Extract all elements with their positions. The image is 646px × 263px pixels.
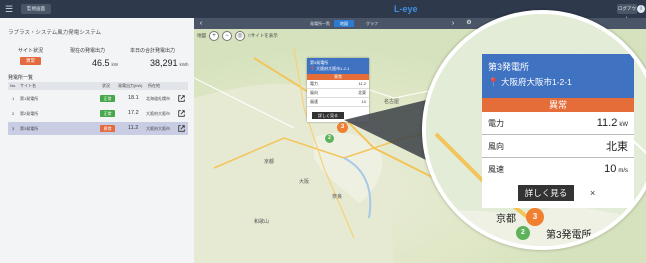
map-toolbar: 地図 + − ◎ □サイトを表示: [197, 30, 278, 41]
row-status-badge: 正常: [100, 95, 115, 102]
row-no: 1: [12, 96, 15, 101]
zoom-details-button[interactable]: 詳しく見る: [518, 185, 574, 201]
row-output: 17.2: [128, 110, 139, 116]
site-status-label: サイト状況: [18, 48, 44, 54]
station-list-title: 発電所一覧: [8, 75, 34, 81]
row-output: 18.1: [128, 95, 139, 101]
col-location: 所在地: [148, 83, 160, 88]
zoom-row-unit: kW: [619, 122, 628, 128]
row-name: 第3発電所: [20, 126, 39, 131]
row-name: 第2発電所: [20, 111, 39, 116]
monitor-nav-button[interactable]: 監視画面: [21, 4, 51, 14]
popup-row-label: 電力: [310, 81, 318, 86]
map-label: 大阪: [299, 179, 310, 185]
zoom-row-label: 風速: [488, 164, 504, 174]
map-pin-2[interactable]: 2: [325, 134, 334, 143]
row-location: 北海道札幌市: [146, 96, 170, 101]
zoom-popup-address: 📍 大阪府大阪市1-2-1: [488, 77, 572, 87]
today-total-label: 本日の合計発電出力: [130, 48, 176, 54]
map-label: 和歌山: [254, 219, 270, 225]
col-name: サイト名: [20, 83, 36, 88]
zoom-callout: 第3発電所 📍 大阪府大阪市1-2-1 異常 電力 11.2 kW 風向 北東 風速 1…: [422, 10, 646, 250]
popup-row: 電力 11.2: [307, 80, 369, 89]
row-no: 2: [12, 111, 15, 116]
system-title: ラプラス・システム風力発電システム: [8, 30, 102, 36]
col-status: 状況: [102, 83, 110, 88]
chevron-left-icon[interactable]: ‹: [196, 18, 206, 29]
zoom-row-value: 北東: [606, 141, 628, 153]
row-status-badge: 正常: [100, 110, 115, 117]
show-sites-toggle[interactable]: □サイトを表示: [248, 33, 278, 39]
popup-header: 第3発電所 📍 大阪府大阪市1-2-1: [307, 58, 369, 74]
zoom-in-icon[interactable]: +: [209, 30, 219, 41]
today-total-unit: kWh: [179, 62, 189, 67]
external-link-icon[interactable]: [178, 110, 185, 117]
popup-row-label: 風向: [310, 90, 318, 95]
tab-map[interactable]: 地図: [334, 20, 354, 27]
external-link-icon[interactable]: [178, 95, 185, 102]
zoom-popup-address-text: 大阪府大阪市1-2-1: [500, 77, 572, 87]
menu-icon[interactable]: ☰: [4, 4, 14, 14]
zoom-popup-table: 電力 11.2 kW 風向 北東 風速 10 m/s: [482, 112, 634, 181]
current-output-number: 46.5: [92, 58, 110, 68]
map-toolbar-label: 地図: [197, 32, 206, 38]
zoom-row-value: 11.2: [596, 117, 618, 129]
table-row[interactable]: 1 第1発電所 正常 18.1 北海道札幌市: [8, 92, 188, 105]
zoom-popup-status: 異常: [482, 98, 634, 112]
logout-button[interactable]: ログアウト: [617, 4, 637, 21]
zoom-place-label: 京都: [496, 214, 516, 225]
popup-row-label: 風速: [310, 99, 318, 104]
current-output-unit: kW: [111, 62, 119, 67]
zoom-row-label: 風向: [488, 141, 504, 151]
table-row[interactable]: 2 第2発電所 正常 17.2 大阪府大阪市: [8, 107, 188, 120]
zoom-popup-row: 風向 北東: [482, 135, 634, 158]
row-no: 3: [12, 126, 15, 131]
popup-row-value: 11.2: [358, 81, 367, 86]
map-label: 京都: [264, 159, 275, 165]
tab-graph[interactable]: グラフ: [360, 20, 384, 27]
station-table-header: No. サイト名 状況 発電出力(kW) 所在地: [8, 82, 188, 90]
today-total-value: 38,291 kWh: [150, 58, 189, 68]
table-row[interactable]: 3 第3発電所 異常 11.2 大阪府大阪市: [8, 122, 188, 135]
row-location: 大阪府大阪市: [146, 126, 170, 131]
map-label: 奈良: [332, 194, 343, 200]
popup-row: 風向 北東: [307, 89, 369, 98]
row-location: 大阪府大阪市: [146, 111, 170, 116]
zoom-popup-footer: 詳しく見る ×: [482, 178, 634, 208]
zoom-row-label: 電力: [488, 118, 504, 128]
info-icon[interactable]: i: [637, 5, 645, 13]
external-link-icon[interactable]: [178, 125, 185, 132]
close-icon[interactable]: ×: [590, 185, 595, 201]
popup-row-value: 北東: [358, 90, 366, 95]
col-no: No.: [10, 83, 17, 88]
left-panel: ラプラス・システム風力発電システム サイト状況 現在の発電出力 本日の合計発電出…: [0, 18, 194, 263]
current-output-label: 現在の発電出力: [70, 48, 106, 54]
row-output: 11.2: [128, 125, 139, 131]
popup-address-text: 大阪府大阪市1-2-1: [316, 66, 350, 71]
popup-address: 📍 大阪府大阪市1-2-1: [310, 66, 350, 71]
zoom-pin-2[interactable]: 2: [516, 226, 530, 240]
zoom-popup-title: 第3発電所: [488, 62, 530, 72]
row-name: 第1発電所: [20, 96, 39, 101]
callout-connector: [344, 100, 426, 160]
logo: L-eye: [394, 4, 418, 14]
zoom-popup-row: 電力 11.2 kW: [482, 112, 634, 135]
current-output-value: 46.5 kW: [92, 58, 118, 68]
zoom-out-icon[interactable]: −: [222, 30, 232, 41]
tab-station-list[interactable]: 発電所一覧: [304, 20, 336, 27]
site-status-badge: 異常: [20, 57, 41, 65]
today-total-number: 38,291: [150, 58, 178, 68]
locate-icon[interactable]: ◎: [235, 30, 245, 41]
zoom-station-label: 第3発電所: [546, 230, 592, 241]
zoom-pin-3[interactable]: 3: [526, 208, 544, 226]
zoom-row-value: 10: [604, 163, 617, 175]
col-output: 発電出力(kW): [118, 83, 143, 88]
zoom-row-unit: m/s: [618, 168, 628, 174]
row-status-badge: 異常: [100, 125, 115, 132]
